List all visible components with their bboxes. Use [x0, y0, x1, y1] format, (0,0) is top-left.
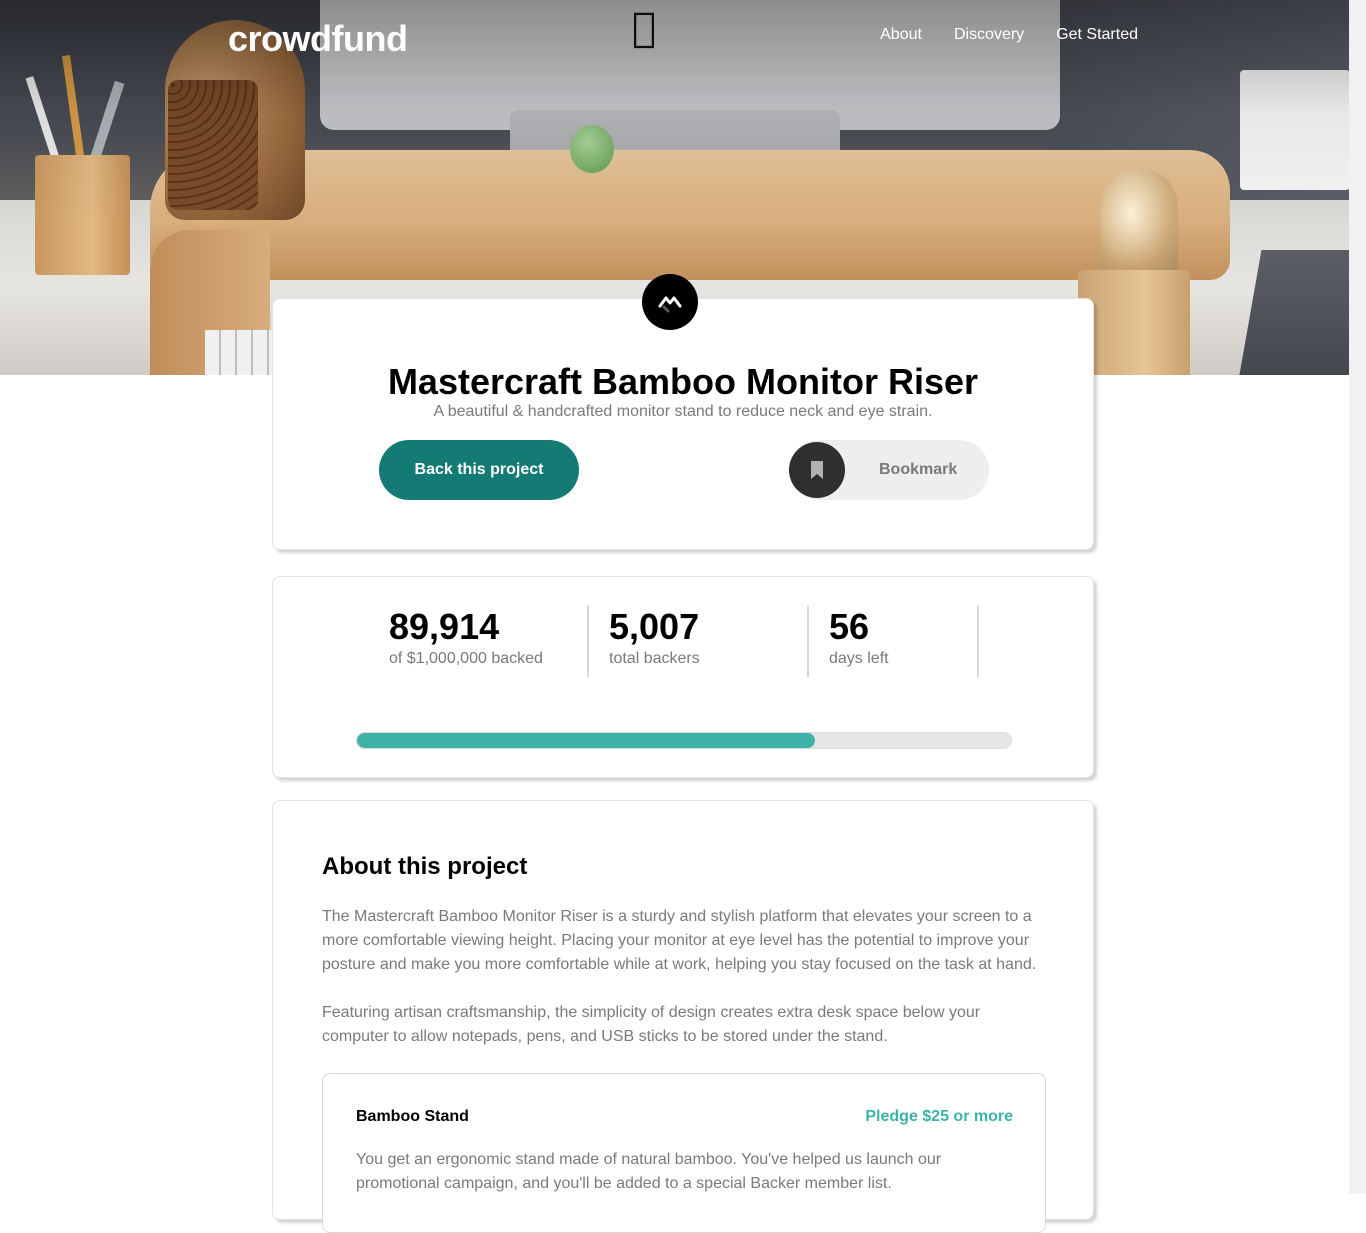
stat-value: 56: [829, 606, 870, 647]
stat-value: 89,914: [389, 606, 500, 647]
nav-link-about[interactable]: About: [880, 26, 922, 44]
bookmark-label: Bookmark: [879, 461, 958, 478]
page-scrollbar[interactable]: [1349, 0, 1366, 1194]
stat-value: 5,007: [609, 606, 700, 647]
bookmark-icon: [789, 442, 845, 498]
mastercraft-logo-icon: [642, 274, 698, 330]
about-project-card: About this project The Mastercraft Bambo…: [272, 800, 1094, 1233]
stat-amount-backed: 89,914 of $1,000,000 backed: [389, 605, 589, 677]
project-intro-card: Mastercraft Bamboo Monitor Riser A beaut…: [272, 298, 1094, 550]
nav-link-get-started[interactable]: Get Started: [1056, 26, 1138, 44]
stat-label: total backers: [609, 650, 700, 667]
about-paragraph: Featuring artisan craftsmanship, the sim…: [322, 1004, 981, 1045]
stat-days-left: 56 days left: [829, 605, 979, 677]
stat-total-backers: 5,007 total backers: [609, 605, 809, 677]
back-project-button[interactable]: Back this project: [379, 440, 579, 500]
stat-label: days left: [829, 650, 889, 667]
bookmark-glyph: [811, 461, 823, 479]
funding-progress-bar: [356, 732, 1012, 749]
project-stats-card: 89,914 of $1,000,000 backed 5,007 total …: [272, 576, 1094, 778]
nav-link-discovery[interactable]: Discovery: [954, 26, 1024, 44]
about-title: About this project: [322, 853, 528, 880]
bookmark-button[interactable]: Bookmark: [789, 440, 989, 500]
project-title: Mastercraft Bamboo Monitor Riser: [387, 361, 979, 402]
about-paragraph: The Mastercraft Bamboo Monitor Riser is …: [322, 908, 1037, 973]
pledge-description: You get an ergonomic stand made of natur…: [356, 1151, 942, 1192]
pledge-minimum: Pledge $25 or more: [865, 1108, 1013, 1125]
pledge-option-bamboo-stand: Bamboo Stand Pledge $25 or more You get …: [322, 1073, 1046, 1233]
brand-logo[interactable]: crowdfund: [228, 18, 408, 60]
stat-label: of $1,000,000 backed: [389, 650, 543, 667]
pledge-name: Bamboo Stand: [356, 1108, 469, 1125]
project-subtitle: A beautiful & handcrafted monitor stand …: [433, 403, 933, 420]
mastercraft-logo-glyph: [658, 296, 682, 313]
funding-progress-fill: [357, 733, 815, 748]
main-nav: About Discovery Get Started: [880, 26, 1138, 44]
